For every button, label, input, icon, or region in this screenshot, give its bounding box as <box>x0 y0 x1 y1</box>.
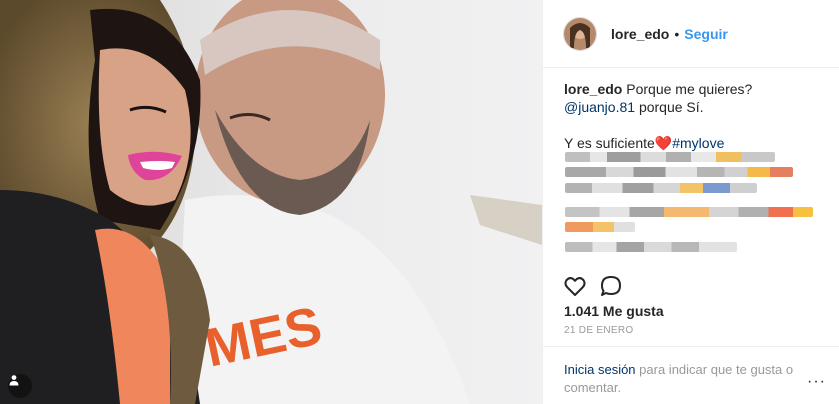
heart-emoji: ❤️ <box>654 135 673 151</box>
username[interactable]: lore_edo <box>611 26 669 42</box>
person-tag-icon[interactable] <box>8 374 32 398</box>
likes-count[interactable]: 1.041 Me gusta <box>564 303 664 319</box>
heart-outline-icon[interactable] <box>563 274 587 298</box>
caption-mention[interactable]: @juanjo.81 <box>564 99 635 115</box>
caption-text-2: porque Sí. <box>638 99 704 115</box>
separator-dot: • <box>674 25 680 42</box>
more-dots-icon[interactable]: ··· <box>807 373 826 391</box>
login-link[interactable]: Inicia sesión <box>564 362 636 377</box>
follow-button[interactable]: Seguir <box>684 26 728 42</box>
login-prompt: Inicia sesión para indicar que te gusta … <box>564 361 804 397</box>
caption-username[interactable]: lore_edo <box>564 81 622 97</box>
post-header: lore_edo • Seguir <box>543 0 839 68</box>
post-date: 21 DE ENERO <box>564 325 634 336</box>
couple-photo: MES <box>0 0 542 404</box>
comment-bubble-icon[interactable] <box>599 274 623 298</box>
caption-hashtag[interactable]: #mylove <box>672 135 724 151</box>
avatar[interactable] <box>563 16 597 51</box>
caption: lore_edo Porque me quieres? @juanjo.81 p… <box>564 80 826 152</box>
caption-text-3: Y es suficiente <box>564 135 655 151</box>
caption-text: Porque me quieres? <box>626 81 753 97</box>
post-photo[interactable]: MES <box>0 0 542 404</box>
post-actions <box>563 274 635 298</box>
post-footer: Inicia sesión para indicar que te gusta … <box>543 346 839 404</box>
post-side-panel: lore_edo • Seguir lore_edo Porque me qui… <box>542 0 839 404</box>
instagram-post: MES lore_edo • Seguir lore_edo Porque me… <box>0 0 839 404</box>
